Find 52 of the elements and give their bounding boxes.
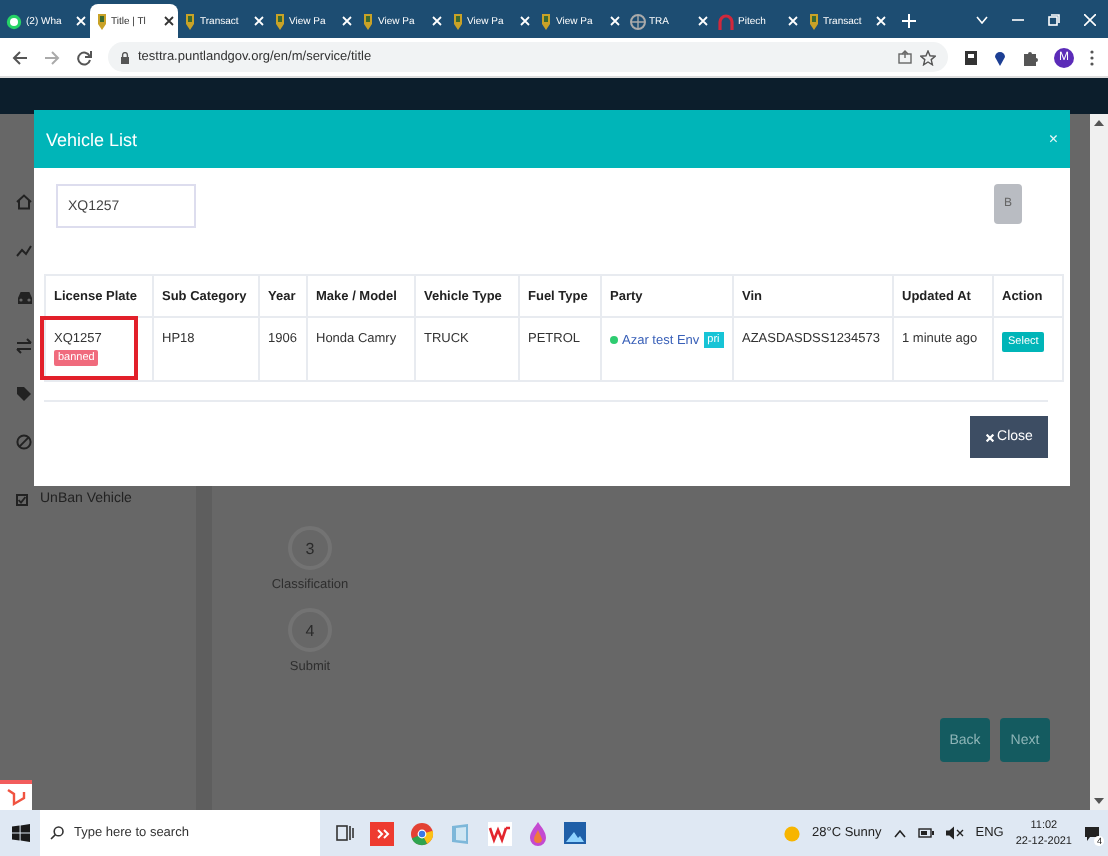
ban-icon[interactable]	[16, 434, 32, 450]
share-icon[interactable]	[898, 50, 912, 64]
map-pin-icon[interactable]	[994, 49, 1006, 65]
muted-speaker-icon[interactable]	[945, 826, 964, 840]
crest-icon	[273, 13, 285, 29]
reload-icon[interactable]	[76, 49, 92, 65]
modal-title: Vehicle List	[46, 129, 138, 149]
crest-icon	[451, 13, 463, 29]
chevron-down-icon[interactable]	[976, 15, 988, 23]
lock-icon	[120, 51, 130, 63]
crest-icon	[807, 13, 819, 29]
globe-icon	[629, 13, 645, 29]
crest-icon	[362, 13, 374, 29]
chat-bubble-icon	[1084, 825, 1100, 841]
crest-icon	[184, 13, 196, 29]
scroll-up-icon[interactable]	[1094, 120, 1104, 126]
tag-icon[interactable]	[16, 386, 32, 402]
scrollbar[interactable]	[1090, 114, 1108, 810]
minimize-icon[interactable]	[1012, 13, 1024, 25]
plus-icon[interactable]	[902, 14, 916, 28]
paint-drop-icon[interactable]	[528, 821, 548, 845]
chart-line-icon[interactable]	[16, 242, 32, 258]
crest-icon	[95, 13, 107, 29]
picture-app-icon[interactable]	[564, 822, 586, 844]
office-logo-icon[interactable]	[488, 821, 512, 845]
chevron-up-icon[interactable]	[893, 829, 906, 837]
laravel-logo-icon[interactable]	[0, 780, 32, 810]
windows-logo-icon[interactable]	[11, 824, 29, 842]
back-arrow-icon[interactable]	[12, 49, 28, 65]
extension-square-icon[interactable]	[964, 49, 978, 65]
step-number: 4	[288, 608, 332, 652]
app-icon[interactable]	[370, 821, 394, 845]
close-icon[interactable]	[164, 16, 174, 26]
home-icon[interactable]	[16, 194, 32, 210]
close-icon	[985, 433, 994, 441]
search-icon	[50, 826, 64, 840]
sun-icon	[784, 825, 800, 841]
crest-icon	[540, 13, 552, 29]
swap-arrows-icon[interactable]	[16, 338, 32, 354]
chat-icon	[6, 13, 22, 29]
car-icon[interactable]	[16, 290, 34, 306]
check-icon	[18, 495, 26, 503]
scroll-down-icon[interactable]	[1094, 798, 1104, 804]
restore-icon[interactable]	[1048, 13, 1060, 25]
arch-icon	[718, 13, 734, 29]
puzzle-icon[interactable]	[1022, 49, 1038, 65]
browser-logo-icon[interactable]	[410, 821, 434, 845]
checkbox[interactable]	[16, 493, 28, 505]
battery-icon[interactable]	[917, 828, 934, 838]
task-view-icon[interactable]	[336, 824, 354, 842]
step-number: 3	[287, 526, 332, 570]
star-icon[interactable]	[920, 49, 936, 65]
